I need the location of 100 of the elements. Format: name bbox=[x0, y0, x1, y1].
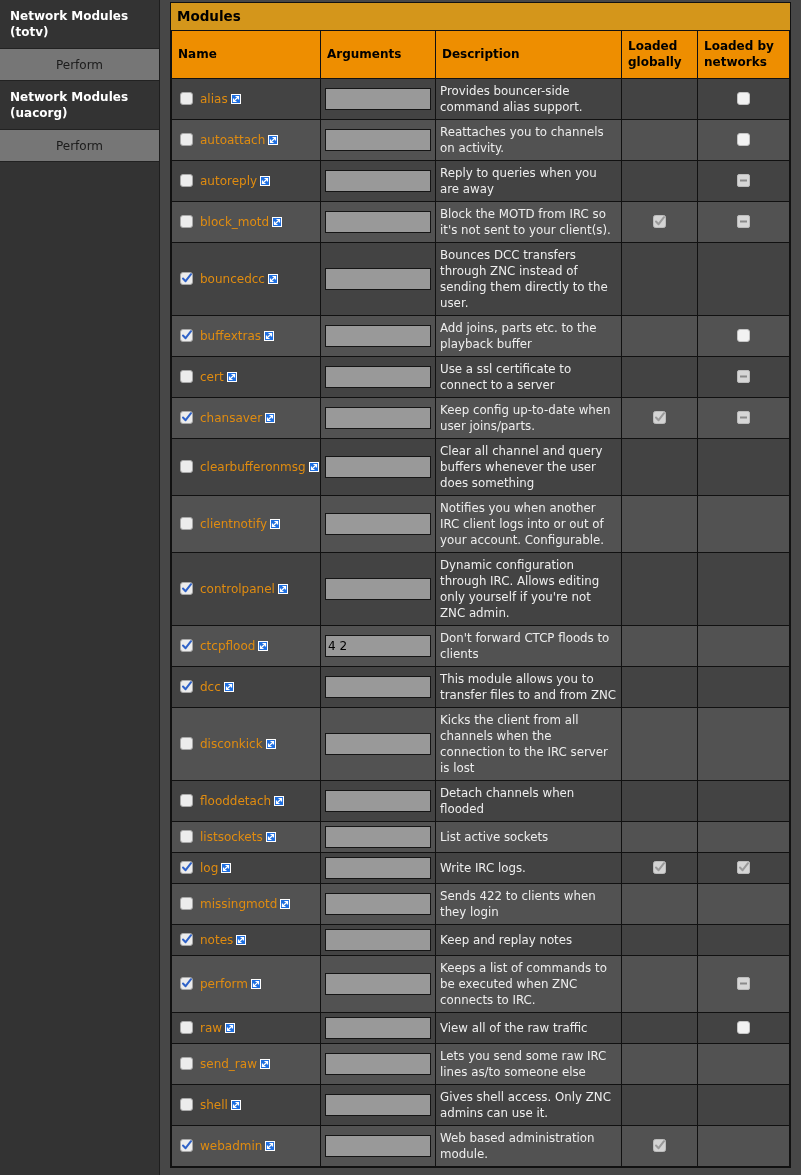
module-link[interactable]: buffextras bbox=[200, 327, 261, 344]
perform-button[interactable]: Perform bbox=[0, 48, 159, 81]
module-checkbox[interactable] bbox=[180, 1021, 193, 1034]
module-link[interactable]: webadmin bbox=[200, 1137, 263, 1154]
arguments-field[interactable]: 4 2 bbox=[325, 634, 431, 657]
network-checkbox[interactable] bbox=[737, 329, 750, 342]
module-link[interactable]: send_raw bbox=[200, 1055, 257, 1072]
arguments-field[interactable] bbox=[325, 406, 431, 429]
arguments-field[interactable] bbox=[325, 1052, 431, 1075]
module-link[interactable]: cert bbox=[200, 368, 224, 385]
module-checkbox[interactable] bbox=[180, 861, 193, 874]
module-checkbox[interactable] bbox=[180, 92, 193, 105]
module-checkbox[interactable] bbox=[180, 411, 193, 424]
global-checkbox[interactable] bbox=[653, 215, 666, 228]
arguments-field[interactable] bbox=[325, 210, 431, 233]
external-link-icon[interactable] bbox=[264, 330, 274, 341]
module-checkbox[interactable] bbox=[180, 215, 193, 228]
external-link-icon[interactable] bbox=[265, 1140, 276, 1151]
arguments-field[interactable] bbox=[325, 1134, 431, 1157]
external-link-icon[interactable] bbox=[274, 795, 285, 806]
module-link[interactable]: raw bbox=[200, 1019, 223, 1036]
arguments-field[interactable] bbox=[325, 928, 431, 951]
perform-button[interactable]: Perform bbox=[0, 129, 159, 162]
module-link[interactable]: bouncedcc bbox=[200, 270, 265, 287]
arguments-field[interactable] bbox=[325, 128, 431, 151]
module-checkbox[interactable] bbox=[180, 1139, 193, 1152]
arguments-field[interactable] bbox=[325, 1016, 431, 1039]
module-checkbox[interactable] bbox=[180, 794, 193, 807]
external-link-icon[interactable] bbox=[270, 518, 281, 529]
network-checkbox[interactable] bbox=[737, 215, 750, 228]
module-link[interactable]: disconkick bbox=[200, 735, 263, 752]
module-link[interactable]: dcc bbox=[200, 678, 221, 695]
arguments-field[interactable] bbox=[325, 365, 431, 388]
network-checkbox[interactable] bbox=[737, 861, 750, 874]
arguments-field[interactable] bbox=[325, 169, 431, 192]
external-link-icon[interactable] bbox=[230, 93, 241, 104]
global-checkbox[interactable] bbox=[653, 861, 666, 874]
arguments-field[interactable] bbox=[325, 675, 431, 698]
external-link-icon[interactable] bbox=[236, 934, 247, 945]
external-link-icon[interactable] bbox=[280, 898, 291, 909]
external-link-icon[interactable] bbox=[258, 640, 269, 651]
external-link-icon[interactable] bbox=[230, 1099, 241, 1110]
module-checkbox[interactable] bbox=[180, 370, 193, 383]
arguments-field[interactable] bbox=[325, 789, 431, 812]
network-checkbox[interactable] bbox=[737, 370, 750, 383]
module-checkbox[interactable] bbox=[180, 1098, 193, 1111]
arguments-field[interactable] bbox=[325, 1093, 431, 1116]
network-checkbox[interactable] bbox=[737, 92, 750, 105]
network-checkbox[interactable] bbox=[737, 174, 750, 187]
external-link-icon[interactable] bbox=[223, 681, 234, 692]
arguments-field[interactable] bbox=[325, 455, 431, 478]
module-checkbox[interactable] bbox=[180, 460, 193, 473]
arguments-field[interactable] bbox=[325, 972, 431, 995]
external-link-icon[interactable] bbox=[260, 175, 271, 186]
module-link[interactable]: autoattach bbox=[200, 131, 266, 148]
external-link-icon[interactable] bbox=[250, 978, 261, 989]
module-link[interactable]: chansaver bbox=[200, 409, 263, 426]
network-checkbox[interactable] bbox=[737, 977, 750, 990]
global-checkbox[interactable] bbox=[653, 1139, 666, 1152]
arguments-field[interactable] bbox=[325, 324, 431, 347]
network-checkbox[interactable] bbox=[737, 411, 750, 424]
module-checkbox[interactable] bbox=[180, 133, 193, 146]
module-checkbox[interactable] bbox=[180, 1057, 193, 1070]
external-link-icon[interactable] bbox=[265, 738, 276, 749]
external-link-icon[interactable] bbox=[308, 461, 319, 472]
arguments-field[interactable] bbox=[325, 825, 431, 848]
arguments-field[interactable] bbox=[325, 512, 431, 535]
module-checkbox[interactable] bbox=[180, 830, 193, 843]
module-checkbox[interactable] bbox=[180, 174, 193, 187]
module-link[interactable]: autoreply bbox=[200, 172, 258, 189]
module-link[interactable]: log bbox=[200, 859, 219, 876]
module-checkbox[interactable] bbox=[180, 582, 193, 595]
external-link-icon[interactable] bbox=[277, 583, 288, 594]
external-link-icon[interactable] bbox=[268, 134, 279, 145]
module-checkbox[interactable] bbox=[180, 329, 193, 342]
arguments-field[interactable] bbox=[325, 892, 431, 915]
module-link[interactable]: perform bbox=[200, 975, 248, 992]
module-checkbox[interactable] bbox=[180, 639, 193, 652]
module-checkbox[interactable] bbox=[180, 680, 193, 693]
module-link[interactable]: clientnotify bbox=[200, 515, 268, 532]
external-link-icon[interactable] bbox=[265, 412, 276, 423]
module-link[interactable]: shell bbox=[200, 1096, 228, 1113]
arguments-field[interactable] bbox=[325, 732, 431, 755]
module-checkbox[interactable] bbox=[180, 737, 193, 750]
module-checkbox[interactable] bbox=[180, 933, 193, 946]
module-checkbox[interactable] bbox=[180, 517, 193, 530]
module-link[interactable]: ctcpflood bbox=[200, 637, 256, 654]
module-checkbox[interactable] bbox=[180, 897, 193, 910]
arguments-field[interactable] bbox=[325, 267, 431, 290]
external-link-icon[interactable] bbox=[225, 1022, 236, 1033]
arguments-field[interactable] bbox=[325, 577, 431, 600]
module-link[interactable]: controlpanel bbox=[200, 580, 275, 597]
network-checkbox[interactable] bbox=[737, 1021, 750, 1034]
external-link-icon[interactable] bbox=[272, 216, 283, 227]
network-checkbox[interactable] bbox=[737, 133, 750, 146]
module-link[interactable]: flooddetach bbox=[200, 792, 272, 809]
external-link-icon[interactable] bbox=[259, 1058, 270, 1069]
external-link-icon[interactable] bbox=[221, 862, 232, 873]
arguments-field[interactable] bbox=[325, 87, 431, 110]
module-link[interactable]: alias bbox=[200, 90, 228, 107]
